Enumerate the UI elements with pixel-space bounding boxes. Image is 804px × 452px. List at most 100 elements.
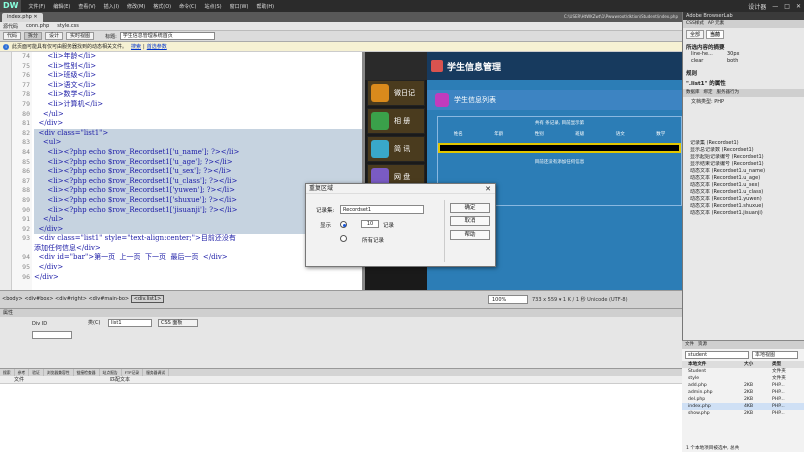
tab-ftp-log[interactable]: FTP记录 [122, 369, 144, 376]
split-view-button[interactable]: 拆分 [24, 32, 43, 40]
server-behavior-item[interactable]: 动态文本 (Recordset1.u_class) [682, 189, 804, 196]
menu-modify[interactable]: 修改(M) [123, 3, 149, 10]
code-line[interactable]: <div class="list1"> [34, 128, 362, 139]
server-behavior-item[interactable]: 记录集 (Recordset1) [682, 140, 804, 147]
close-icon[interactable]: ✕ [793, 3, 804, 10]
cancel-button[interactable]: 取消 [450, 216, 490, 226]
record-count-input[interactable]: 10 [361, 220, 379, 228]
help-button[interactable]: 帮助 [450, 230, 490, 240]
menu-commands[interactable]: 命令(C) [175, 3, 200, 10]
tab-all[interactable]: 全部 [686, 30, 705, 39]
file-row[interactable]: admin.php 2KB PHP... [682, 389, 804, 396]
search-link[interactable]: 搜索 [131, 43, 141, 50]
related-conn[interactable]: conn.php [26, 23, 49, 29]
code-view-button[interactable]: 代码 [3, 32, 22, 40]
download-icon [435, 93, 449, 107]
recordset-select[interactable]: Recordset1 [340, 205, 424, 214]
menu-help[interactable]: 帮助(H) [252, 3, 278, 10]
server-behavior-item[interactable]: 显示起始记录编号 (Recordset1) [682, 154, 804, 161]
zoom-select[interactable]: 100% [488, 295, 528, 304]
menu-view[interactable]: 查看(V) [74, 3, 99, 10]
live-view-button[interactable]: 实时视图 [66, 32, 95, 40]
code-line[interactable]: <li>计算机</li> [34, 100, 362, 110]
browserlab-header[interactable]: Adobe BrowserLab [683, 12, 804, 20]
tab-bindings[interactable]: 绑定 [704, 89, 713, 97]
radio-all-records[interactable] [340, 235, 347, 242]
maximize-icon[interactable]: □ [781, 3, 793, 10]
workspace-user[interactable]: 设计器 [745, 2, 769, 11]
server-behavior-item[interactable]: 动态文本 (Recordset1.u_name) [682, 168, 804, 175]
menu-file[interactable]: 文件(F) [24, 3, 49, 10]
server-behavior-item[interactable]: 显示总记录数 (Recordset1) [682, 147, 804, 154]
file-row[interactable]: index.php 4KB PHP... [682, 403, 804, 410]
code-line[interactable]: <li>数学</li> [34, 90, 362, 100]
nav-message[interactable]: 简 讯 [367, 136, 425, 162]
file-row[interactable]: del.php 2KB PHP... [682, 396, 804, 403]
menu-window[interactable]: 窗口(W) [226, 3, 253, 10]
code-line[interactable]: <ul> [34, 138, 362, 148]
selected-list1[interactable] [438, 143, 681, 153]
tab-files[interactable]: 文件 [685, 341, 694, 349]
view-select[interactable]: 本地视图 [752, 351, 798, 359]
tab-reference[interactable]: 参考 [15, 369, 30, 376]
tab-site-reports[interactable]: 站点报告 [100, 369, 122, 376]
nav-diary[interactable]: 微日记 [367, 80, 425, 106]
menu-insert[interactable]: 插入(I) [100, 3, 123, 10]
related-source[interactable]: 源代码 [3, 23, 18, 30]
file-row[interactable]: style 文件夹 [682, 375, 804, 382]
file-row[interactable]: Student 文件夹 [682, 368, 804, 375]
ok-button[interactable]: 确定 [450, 203, 490, 213]
tab-databases[interactable]: 数据库 [686, 89, 700, 97]
dialog-close-icon[interactable]: ✕ [485, 184, 495, 193]
menu-format[interactable]: 格式(O) [149, 3, 175, 10]
server-behavior-item[interactable]: 动态文本 (Recordset1.yuwen) [682, 196, 804, 203]
title-input[interactable]: 学生信息管理系统首页 [119, 32, 215, 40]
code-line[interactable]: <li>年龄</li> [34, 52, 362, 62]
code-line[interactable]: <li><?php echo $row_Recordset1['u_name']… [34, 147, 362, 158]
related-style[interactable]: style.css [57, 23, 79, 29]
minimize-icon[interactable]: — [769, 3, 781, 10]
crumb-current[interactable]: <div.list1> [130, 295, 165, 303]
code-line[interactable]: <li>班级</li> [34, 71, 362, 81]
tab-validation[interactable]: 验证 [29, 369, 44, 376]
site-select[interactable]: student [685, 351, 749, 359]
class-select[interactable]: list1 [108, 319, 152, 327]
doc-path: C:\USER\HtWKZwt\1\Pwwwroot\dktion\Studen… [564, 14, 678, 19]
css-panel-button[interactable]: CSS 面板 [158, 319, 198, 327]
file-size: 2KB [744, 397, 754, 402]
div-id-select[interactable] [32, 331, 72, 339]
code-line[interactable]: </ul> [34, 110, 362, 120]
prop-row[interactable]: line-he... 30px [683, 51, 804, 58]
file-row[interactable]: add.php 2KB PHP... [682, 382, 804, 389]
menu-site[interactable]: 站点(S) [201, 3, 226, 10]
menu-edit[interactable]: 编辑(E) [49, 3, 74, 10]
tab-current[interactable]: 当前 [706, 30, 725, 39]
design-view-button[interactable]: 设计 [45, 32, 64, 40]
tab-search[interactable]: 搜索 [0, 369, 15, 376]
tab-ap-elements[interactable]: AP 元素 [708, 20, 724, 28]
tab-server-debug[interactable]: 服务器调试 [143, 369, 170, 376]
tab-server-behaviors[interactable]: 服务器行为 [717, 89, 740, 97]
crumb-path[interactable]: <body> <div#box> <div#right> <div#main-b… [2, 296, 131, 302]
server-behavior-item[interactable]: 动态文本 (Recordset1.u_sex) [682, 182, 804, 189]
preferences-link[interactable]: 首选参数 [147, 43, 167, 50]
tab-assets[interactable]: 资源 [698, 341, 707, 349]
tab-browser-compat[interactable]: 浏览器兼容性 [44, 369, 74, 376]
nav-album[interactable]: 相 册 [367, 108, 425, 134]
code-line[interactable]: <li>性别</li> [34, 62, 362, 72]
file-row[interactable]: show.php 2KB PHP... [682, 410, 804, 417]
doc-tab-index[interactable]: index.php ✕ [2, 13, 43, 22]
code-line[interactable]: </div> [34, 273, 362, 283]
code-line[interactable]: <li><?php echo $row_Recordset1['u_sex'];… [34, 167, 362, 177]
code-line[interactable]: <li><?php echo $row_Recordset1['u_age'];… [34, 157, 362, 168]
code-line[interactable]: </div> [34, 119, 362, 129]
tab-css-styles[interactable]: CSS样式 [686, 20, 704, 28]
radio-show-count[interactable] [340, 221, 347, 228]
server-behavior-item[interactable]: 动态文本 (Recordset1.u_age) [682, 175, 804, 182]
code-line[interactable]: <li>语文</li> [34, 81, 362, 91]
prop-row[interactable]: clear both [683, 58, 804, 65]
server-behavior-item[interactable]: 显示结束记录编号 (Recordset1) [682, 161, 804, 168]
tab-link-checker[interactable]: 链接检查器 [74, 369, 100, 376]
server-behavior-item[interactable]: 动态文本 (Recordset1.jisuanji) [682, 210, 804, 217]
server-behavior-item[interactable]: 动态文本 (Recordset1.shuxue) [682, 203, 804, 210]
